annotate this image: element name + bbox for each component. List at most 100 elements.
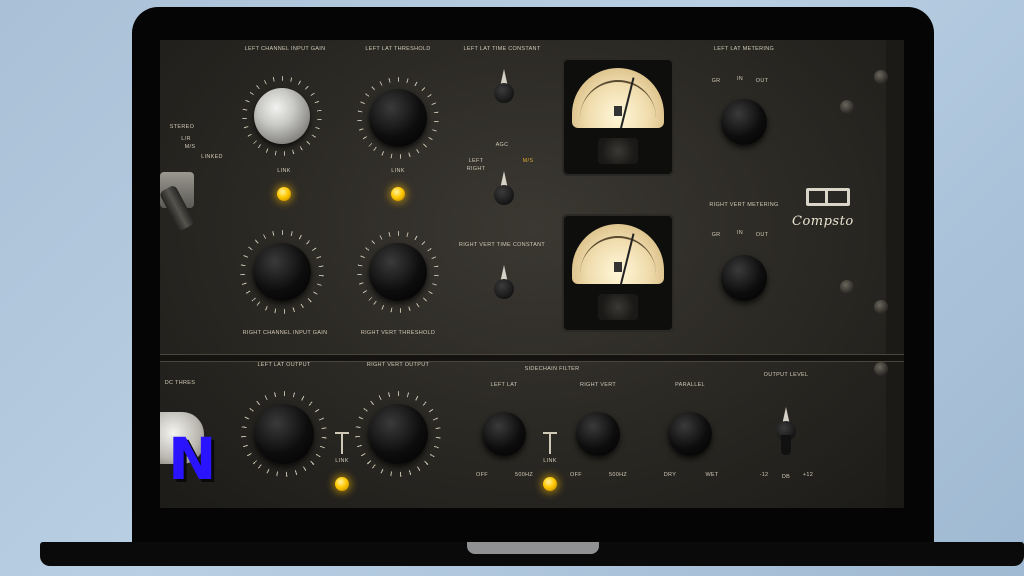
sc-right-label: RIGHT VERT — [579, 382, 617, 388]
knob-cap — [482, 412, 526, 456]
metering-option-in: IN — [736, 230, 744, 236]
link-bracket-icon — [543, 432, 557, 458]
plugin-window: STEREO L/R M/S LINKED LEFT CHANNEL INPUT… — [160, 40, 904, 508]
left-output-label: LEFT LAT OUTPUT — [257, 362, 311, 368]
left-vu-meter — [562, 58, 674, 176]
metering-option-gr: GR — [711, 232, 721, 238]
knob-cap — [721, 99, 767, 145]
sc-left-label: LEFT LAT — [490, 382, 518, 388]
laptop-notch — [467, 542, 599, 554]
parallel-dry: DRY — [663, 472, 677, 478]
agc-right-label: RIGHT — [466, 166, 486, 172]
output-min: -12 — [759, 472, 769, 478]
agc-left-label: LEFT — [468, 158, 484, 164]
parallel-wet: WET — [705, 472, 719, 478]
agc-selector-knob[interactable] — [491, 171, 517, 219]
metering-option-gr: GR — [711, 78, 721, 84]
brand-logo-right-icon — [828, 191, 847, 203]
knob-cap — [253, 243, 311, 301]
sc-right-500hz: 500Hz — [608, 472, 628, 478]
screw-icon — [874, 362, 888, 376]
output-level-knob[interactable] — [773, 407, 799, 455]
link-bracket-icon — [335, 432, 349, 458]
left-output-knob[interactable] — [241, 391, 327, 477]
meter-base — [598, 138, 638, 164]
screw-icon — [874, 70, 888, 84]
meter-base — [598, 294, 638, 320]
meter-logo-icon — [614, 262, 622, 272]
n-logo: N — [168, 425, 217, 493]
knob-cap — [576, 412, 620, 456]
right-output-label: RIGHT VERT OUTPUT — [366, 362, 430, 368]
sc-left-500hz: 500Hz — [514, 472, 534, 478]
output-link-lamp[interactable] — [335, 477, 349, 491]
sidechain-link-lamp[interactable] — [543, 477, 557, 491]
left-threshold-label: LEFT LAT THRESHOLD — [365, 46, 430, 53]
right-time-constant-knob[interactable] — [491, 265, 517, 313]
right-metering-selector[interactable] — [715, 249, 773, 307]
knob-body — [494, 83, 514, 103]
sc-left-off: OFF — [476, 472, 488, 478]
stereo-option-lr: L/R — [181, 136, 191, 142]
parallel-label: PARALLEL — [675, 382, 705, 388]
knob-body — [494, 185, 514, 205]
output-level-label: OUTPUT LEVEL — [763, 372, 809, 378]
left-input-gain-knob[interactable] — [242, 76, 322, 156]
dc-thres-label: DC THRES — [164, 380, 196, 386]
knob-cap — [668, 412, 712, 456]
screw-icon — [874, 300, 888, 314]
threshold-link-lamp[interactable] — [391, 187, 405, 201]
right-input-gain-label: RIGHT CHANNEL INPUT GAIN — [242, 330, 328, 336]
agc-mode-label: M/S — [522, 158, 534, 164]
knob-cap — [369, 243, 427, 301]
stereo-switch-title: STEREO — [169, 124, 195, 130]
metering-option-in: IN — [736, 76, 744, 82]
knob-cap — [254, 404, 314, 464]
stereo-option-ms: M/S — [184, 144, 196, 150]
meter-logo-icon — [614, 106, 622, 116]
right-time-constant-label: RIGHT VERT TIME CONSTANT — [458, 242, 546, 248]
sidechain-right-knob[interactable] — [572, 408, 624, 460]
screw-icon — [840, 280, 854, 294]
left-threshold-text: LEFT LAT THRESHOLD — [365, 46, 431, 52]
right-vu-meter — [562, 214, 674, 332]
model-name: Compsto — [792, 214, 854, 229]
left-input-gain-label: LEFT CHANNEL INPUT GAIN — [244, 46, 326, 52]
brand-logo — [806, 188, 850, 206]
metering-option-out: OUT — [755, 78, 769, 84]
knob-cap — [368, 404, 428, 464]
knob-cap — [369, 89, 427, 147]
rack-edge — [886, 40, 904, 508]
right-threshold-label: RIGHT VERT THRESHOLD — [360, 330, 436, 336]
left-metering-selector[interactable] — [715, 93, 773, 151]
link-label: LINK — [277, 168, 291, 174]
left-time-constant-label: LEFT LAT TIME CONSTANT — [463, 46, 541, 52]
left-input-link-lamp[interactable] — [277, 187, 291, 201]
rack-divider — [160, 354, 904, 362]
screw-icon — [840, 100, 854, 114]
right-input-gain-knob[interactable] — [240, 230, 324, 314]
agc-title: AGC — [495, 142, 509, 148]
brand-logo-left-icon — [809, 191, 825, 203]
knob-body — [494, 279, 514, 299]
output-link-label: LINK — [335, 458, 349, 464]
right-output-knob[interactable] — [355, 391, 441, 477]
knob-tail — [781, 435, 791, 455]
parallel-knob[interactable] — [664, 408, 716, 460]
output-max: +12 — [802, 472, 814, 478]
sc-right-off: OFF — [570, 472, 582, 478]
sidechain-filter-label: SIDECHAIN FILTER — [524, 366, 580, 372]
metering-option-out: OUT — [755, 232, 769, 238]
right-metering-label: RIGHT VERT METERING — [709, 202, 779, 208]
stereo-option-linked: LINKED — [201, 154, 223, 160]
left-time-constant-knob[interactable] — [491, 69, 517, 117]
knob-cap — [721, 255, 767, 301]
knob-cap — [254, 88, 310, 144]
sc-link-label: LINK — [543, 458, 557, 464]
left-metering-label: LEFT LAT METERING — [713, 46, 775, 52]
right-threshold-knob[interactable] — [357, 231, 439, 313]
output-unit: dB — [781, 474, 791, 480]
left-threshold-knob[interactable] — [357, 77, 439, 159]
sidechain-left-knob[interactable] — [478, 408, 530, 460]
link-label: LINK — [391, 168, 405, 174]
